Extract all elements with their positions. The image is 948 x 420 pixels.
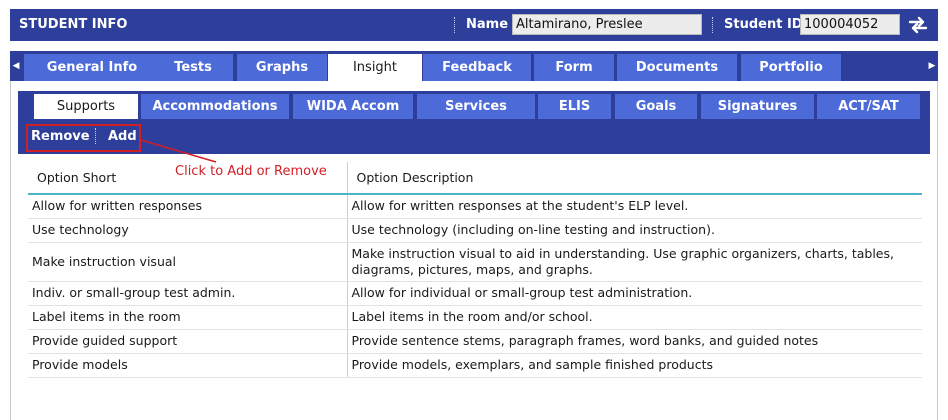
subtab-services[interactable]: Services [417,94,535,119]
table-row[interactable]: Indiv. or small-group test admin. Allow … [28,281,922,306]
header-title: STUDENT INFO [19,17,128,32]
tab-graphs[interactable]: Graphs [237,54,327,81]
cell-option-description: Label items in the room and/or school. [347,305,922,330]
subtab-goals[interactable]: Goals [615,94,697,119]
cell-option-description: Allow for individual or small-group test… [347,281,922,306]
column-header-option-short[interactable]: Option Short [28,162,348,195]
sub-tab-bar: Supports Accommodations WIDA Accom Servi… [18,91,930,119]
tab-insight[interactable]: Insight [328,54,422,81]
student-id-field[interactable]: 100004052 [800,14,900,35]
header-divider [712,17,713,33]
cell-option-short: Use technology [28,218,348,243]
table-row[interactable]: Label items in the room Label items in t… [28,305,922,330]
supports-toolbar: Remove Add [18,119,930,154]
column-header-option-description[interactable]: Option Description [347,162,922,195]
cell-option-description: Provide models, exemplars, and sample fi… [347,353,922,378]
cell-option-short: Allow for written responses [28,194,348,219]
tab-general-info[interactable]: General Info [24,54,160,81]
cell-option-description: Make instruction visual to aid in unders… [347,242,922,282]
cell-option-short: Label items in the room [28,305,348,330]
tab-scroll-left-icon[interactable]: ◀ [10,51,22,81]
highlight-box [26,124,141,152]
cell-option-description: Provide sentence stems, paragraph frames… [347,329,922,354]
tab-scroll-right-icon[interactable]: ▶ [926,51,938,81]
table-row[interactable]: Allow for written responses Allow for wr… [28,194,922,219]
cell-option-short: Indiv. or small-group test admin. [28,281,348,306]
subtab-signatures[interactable]: Signatures [701,94,814,119]
tab-portfolio[interactable]: Portfolio [741,54,841,81]
tab-feedback[interactable]: Feedback [423,54,531,81]
header-divider [454,17,455,33]
table-row[interactable]: Use technology Use technology (including… [28,218,922,243]
tab-documents[interactable]: Documents [617,54,737,81]
supports-table: Option Short Option Description Allow fo… [28,162,922,378]
cell-option-short: Provide models [28,353,348,378]
subtab-elis[interactable]: ELIS [538,94,611,119]
table-row[interactable]: Provide guided support Provide sentence … [28,329,922,354]
cell-option-short: Make instruction visual [28,242,348,282]
table-row[interactable]: Make instruction visual Make instruction… [28,242,922,282]
subtab-accommodations[interactable]: Accommodations [141,94,289,119]
swap-arrows-icon[interactable] [906,13,930,37]
student-info-header: STUDENT INFO Name Altamirano, Preslee St… [10,9,938,41]
cell-option-short: Provide guided support [28,329,348,354]
student-id-label: Student ID [724,17,803,32]
tab-tests[interactable]: Tests [153,54,233,81]
student-name-field[interactable]: Altamirano, Preslee [512,14,702,35]
cell-option-description: Use technology (including on-line testin… [347,218,922,243]
main-tab-bar: ◀ General Info Tests Graphs Insight Feed… [10,51,938,81]
subtab-wida-accom[interactable]: WIDA Accom [293,94,413,119]
table-header-row: Option Short Option Description [28,162,922,195]
tab-form[interactable]: Form [534,54,614,81]
name-label: Name [466,17,509,32]
table-row[interactable]: Provide models Provide models, exemplars… [28,353,922,378]
cell-option-description: Allow for written responses at the stude… [347,194,922,219]
subtab-supports[interactable]: Supports [34,94,138,119]
subtab-act-sat[interactable]: ACT/SAT [817,94,920,119]
